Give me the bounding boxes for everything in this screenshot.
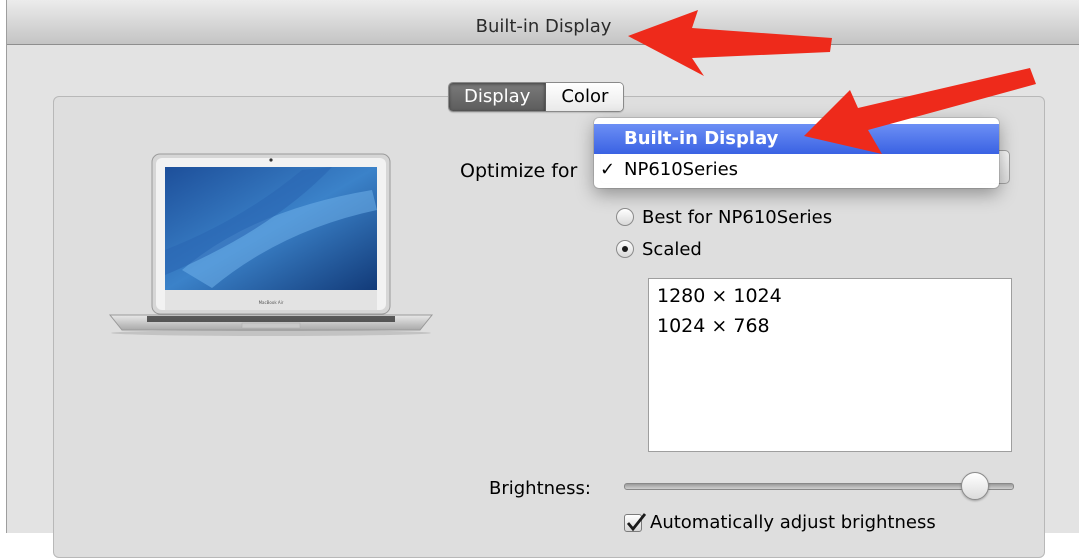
tab-bar: Display Color <box>448 82 625 112</box>
optimize-for-label: Optimize for <box>460 160 578 182</box>
resolution-list[interactable]: 1280 × 1024 1024 × 768 <box>648 278 1012 452</box>
radio-button-icon[interactable] <box>616 208 634 226</box>
radio-label: Best for NP610Series <box>642 206 833 228</box>
laptop-image: MacBook Air <box>108 153 434 336</box>
title-bar[interactable]: Built-in Display <box>7 0 1079 45</box>
annotation-arrow-icon <box>804 68 1036 154</box>
tab-display[interactable]: Display <box>449 83 547 111</box>
radio-button-icon[interactable] <box>616 240 634 258</box>
auto-brightness-checkbox[interactable]: Automatically adjust brightness <box>624 512 936 533</box>
radio-label: Scaled <box>642 238 702 260</box>
auto-brightness-label: Automatically adjust brightness <box>650 512 936 533</box>
svg-text:MacBook Air: MacBook Air <box>259 300 284 305</box>
checkbox-icon[interactable] <box>624 512 647 532</box>
window-title: Built-in Display <box>475 16 612 37</box>
brightness-slider[interactable] <box>624 483 1014 490</box>
tab-color[interactable]: Color <box>546 83 624 111</box>
radio-best-for-display[interactable]: Best for NP610Series <box>616 204 832 230</box>
checkmark-icon: ✓ <box>600 159 616 180</box>
brightness-label: Brightness: <box>489 478 591 499</box>
brightness-slider-knob[interactable] <box>961 472 989 500</box>
list-item[interactable]: 1280 × 1024 <box>657 285 782 307</box>
list-item[interactable]: 1024 × 768 <box>657 315 770 337</box>
radio-scaled[interactable]: Scaled <box>616 236 702 262</box>
